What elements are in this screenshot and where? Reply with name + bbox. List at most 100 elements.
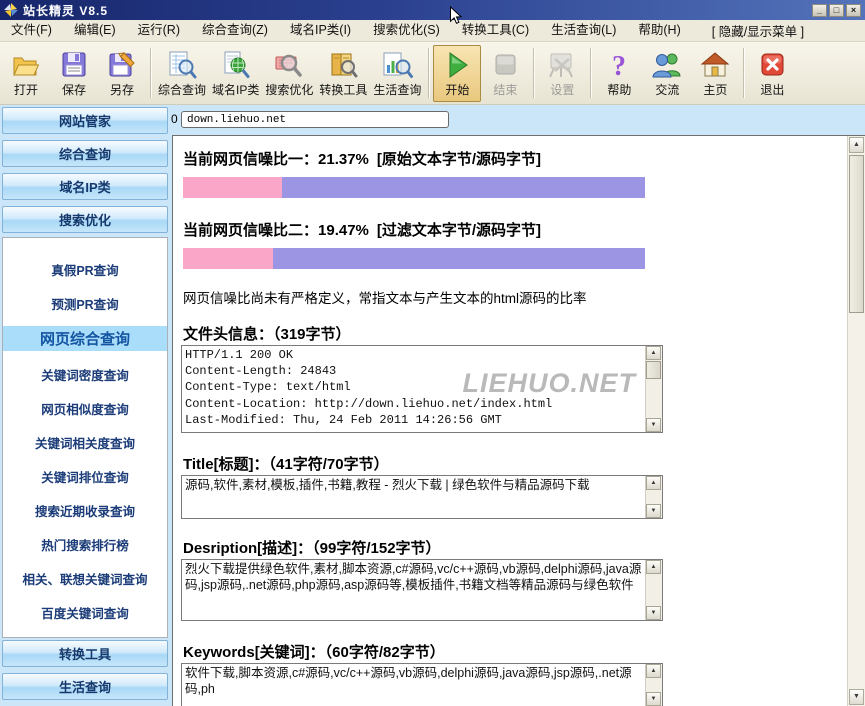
home-button[interactable]: 主页 (691, 45, 739, 102)
query-counter: 0 (171, 112, 178, 126)
sidebar-item[interactable]: 关键词相关度查询 (3, 425, 167, 459)
scroll-up-icon[interactable]: ▲ (849, 137, 864, 153)
menu-seo[interactable]: 搜索优化(S) (362, 20, 451, 41)
toolbar-separator (743, 48, 744, 98)
scroll-down-icon[interactable]: ▼ (646, 692, 661, 706)
keywords-box[interactable]: 软件下载,脚本资源,c#源码,vc/c++源码,vb源码,delphi源码,ja… (181, 663, 663, 706)
domain-ip-button[interactable]: 域名IP类 (209, 45, 262, 102)
sidebar-button-seo[interactable]: 搜索优化 (2, 206, 168, 233)
sidebar-item-active[interactable]: 网页综合查询 (3, 326, 167, 351)
stop-button: 结束 (481, 45, 529, 102)
sidebar-button-combined-query[interactable]: 综合查询 (2, 140, 168, 167)
sidebar-button-convert-tools[interactable]: 转换工具 (2, 640, 168, 667)
title-box[interactable]: 源码,软件,素材,模板,插件,书籍,教程 - 烈火下载 | 绿色软件与精品源码下… (181, 475, 663, 519)
exit-icon (758, 48, 786, 81)
save-as-button[interactable]: 另存 (98, 45, 146, 102)
title-heading: Title[标题]：（41字符/70字节） (183, 453, 389, 474)
seo-magnifier-icon (273, 48, 305, 81)
save-button[interactable]: 保存 (50, 45, 98, 102)
window-title: 站长精灵 V8.5 (23, 2, 108, 19)
snr2-heading: 当前网页信噪比二：19.47%[过滤文本字节/源码字节] (183, 219, 541, 240)
seo-button[interactable]: 搜索优化 (262, 45, 316, 102)
snr1-heading: 当前网页信噪比一：21.37%[原始文本字节/源码字节] (183, 148, 541, 169)
main-scrollbar[interactable]: ▲ ▼ (847, 136, 865, 706)
sidebar-menu-panel: 真假PR查询 预测PR查询 网页综合查询 关键词密度查询 网页相似度查询 关键词… (2, 237, 168, 638)
minimize-button[interactable]: _ (812, 4, 827, 17)
sidebar-item[interactable]: 真假PR查询 (3, 252, 167, 286)
settings-icon (546, 48, 578, 81)
description-text[interactable]: 烈火下载提供绿色软件,素材,脚本资源,c#源码,vc/c++源码,vb源码,de… (185, 561, 644, 619)
menu-toggle-hide-show[interactable]: [ 隐藏/显示菜单 ] (712, 21, 804, 40)
convert-tools-button[interactable]: 转换工具 (316, 45, 370, 102)
menu-file[interactable]: 文件(F) (0, 20, 63, 41)
scroll-down-icon[interactable]: ▼ (849, 689, 864, 705)
sidebar-item[interactable]: 搜索近期收录查询 (3, 493, 167, 527)
life-query-button[interactable]: 生活查询 (370, 45, 424, 102)
scroll-up-icon[interactable]: ▲ (646, 346, 661, 360)
header-info-box[interactable]: HTTP/1.1 200 OK Content-Length: 24843 Co… (181, 345, 663, 433)
menu-convert-tools[interactable]: 转换工具(C) (451, 20, 540, 41)
sidebar-item[interactable]: 相关、联想关键词查询 (3, 561, 167, 595)
sidebar-item[interactable]: 热门搜索排行榜 (3, 527, 167, 561)
textbox-scrollbar[interactable]: ▲ ▼ (645, 346, 662, 432)
menu-edit[interactable]: 编辑(E) (63, 20, 127, 41)
snr1-bar-rest (282, 177, 645, 198)
help-icon: ? (606, 48, 632, 81)
menu-life-query[interactable]: 生活查询(L) (540, 20, 627, 41)
scroll-up-icon[interactable]: ▲ (646, 560, 661, 574)
sidebar-item[interactable]: 预测PR查询 (3, 286, 167, 320)
sidebar-item[interactable]: 关键词密度查询 (3, 357, 167, 391)
menu-combined-query[interactable]: 综合查询(Z) (191, 20, 279, 41)
sidebar-button-life-query[interactable]: 生活查询 (2, 673, 168, 700)
textbox-scrollbar[interactable]: ▲ ▼ (645, 664, 662, 706)
menu-run[interactable]: 运行(R) (127, 20, 191, 41)
chat-people-icon (651, 48, 683, 81)
chat-button[interactable]: 交流 (643, 45, 691, 102)
liehuo-watermark: LIEHUO.NET (462, 368, 636, 399)
mouse-cursor-icon (449, 6, 463, 31)
scroll-down-icon[interactable]: ▼ (646, 418, 661, 432)
app-window: 站长精灵 V8.5 _ □ × 文件(F) 编辑(E) 运行(R) 综合查询(Z… (0, 0, 865, 706)
sidebar-button-site-manager[interactable]: 网站管家 (2, 107, 168, 134)
sidebar-item[interactable]: 网页相似度查询 (3, 391, 167, 425)
start-button[interactable]: 开始 (433, 45, 481, 102)
result-panel: 当前网页信噪比一：21.37%[原始文本字节/源码字节] 当前网页信噪比二：19… (172, 135, 865, 706)
scroll-up-icon[interactable]: ▲ (646, 664, 661, 678)
scroll-thumb[interactable] (646, 361, 661, 379)
toolbar-separator (428, 48, 429, 98)
url-input[interactable] (181, 111, 449, 128)
menu-domain-ip[interactable]: 域名IP类(I) (279, 20, 362, 41)
snr2-bar-fill (183, 248, 273, 269)
close-button[interactable]: × (846, 4, 861, 17)
scroll-thumb[interactable] (849, 155, 864, 313)
sidebar-item[interactable]: 百度关键词查询 (3, 595, 167, 629)
menu-help[interactable]: 帮助(H) (627, 20, 691, 41)
scroll-down-icon[interactable]: ▼ (646, 504, 661, 518)
combined-query-button[interactable]: 综合查询 (155, 45, 209, 102)
title-text[interactable]: 源码,软件,素材,模板,插件,书籍,教程 - 烈火下载 | 绿色软件与精品源码下… (185, 477, 644, 517)
main-area: 0 当前网页信噪比一：21.37%[原始文本字节/源码字节] 当前网页信噪比二：… (170, 105, 865, 706)
settings-button: 设置 (538, 45, 586, 102)
scroll-down-icon[interactable]: ▼ (646, 606, 661, 620)
convert-tools-icon (327, 48, 359, 81)
exit-button[interactable]: 退出 (748, 45, 796, 102)
open-button[interactable]: 打开 (2, 45, 50, 102)
textbox-scrollbar[interactable]: ▲ ▼ (645, 560, 662, 620)
menubar: 文件(F) 编辑(E) 运行(R) 综合查询(Z) 域名IP类(I) 搜索优化(… (0, 20, 865, 42)
description-box[interactable]: 烈火下载提供绿色软件,素材,脚本资源,c#源码,vc/c++源码,vb源码,de… (181, 559, 663, 621)
sidebar-item[interactable]: 关键词排位查询 (3, 459, 167, 493)
maximize-button[interactable]: □ (829, 4, 844, 17)
toolbar-separator (150, 48, 151, 98)
app-logo-icon (4, 3, 18, 17)
help-button[interactable]: ? 帮助 (595, 45, 643, 102)
scroll-up-icon[interactable]: ▲ (646, 476, 661, 490)
snr-definition-text: 网页信噪比尚未有严格定义，常指文本与产生文本的html源码的比率 (183, 287, 587, 307)
keywords-heading: Keywords[关键词]：（60字符/82字节） (183, 641, 445, 662)
keywords-text[interactable]: 软件下载,脚本资源,c#源码,vc/c++源码,vb源码,delphi源码,ja… (185, 665, 644, 705)
textbox-scrollbar[interactable]: ▲ ▼ (645, 476, 662, 518)
life-query-icon (381, 48, 413, 81)
toolbar-separator (590, 48, 591, 98)
snr1-bar (183, 177, 645, 198)
titlebar: 站长精灵 V8.5 _ □ × (0, 0, 865, 20)
sidebar-button-domain-ip[interactable]: 域名IP类 (2, 173, 168, 200)
